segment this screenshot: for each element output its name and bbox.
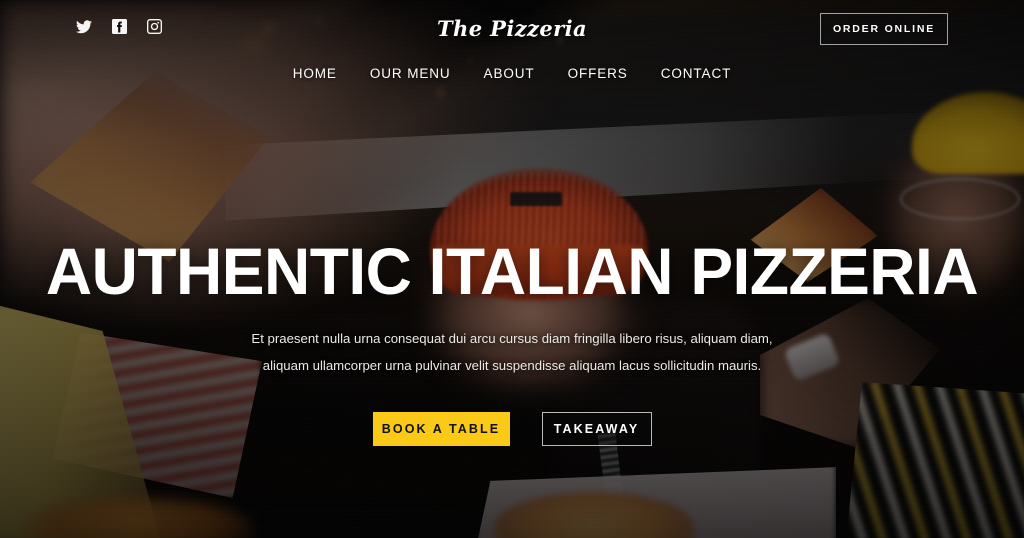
nav-item-home[interactable]: HOME <box>293 66 337 81</box>
nav-item-about[interactable]: ABOUT <box>484 66 535 81</box>
nav-item-our-menu[interactable]: OUR MENU <box>370 66 451 81</box>
social-links <box>76 19 162 34</box>
facebook-icon[interactable] <box>112 19 127 34</box>
nav-item-offers[interactable]: OFFERS <box>568 66 628 81</box>
hero-copy: AUTHENTIC ITALIAN PIZZERIA Et praesent n… <box>0 238 1024 379</box>
order-online-button[interactable]: ORDER ONLINE <box>820 13 948 45</box>
book-a-table-button[interactable]: BOOK A TABLE <box>372 412 510 446</box>
hero-headline: AUTHENTIC ITALIAN PIZZERIA <box>45 234 979 308</box>
nav-item-contact[interactable]: CONTACT <box>661 66 732 81</box>
instagram-icon[interactable] <box>147 19 162 34</box>
hero-section: The Pizzeria ORDER ONLINE HOME OUR MENU … <box>0 0 1024 538</box>
hero-cta-group: BOOK A TABLE TAKEAWAY <box>0 412 1024 446</box>
hero-content: The Pizzeria ORDER ONLINE HOME OUR MENU … <box>0 0 1024 538</box>
twitter-icon[interactable] <box>76 19 92 34</box>
main-navigation: HOME OUR MENU ABOUT OFFERS CONTACT <box>0 66 1024 81</box>
hero-paragraph: Et praesent nulla urna consequat dui arc… <box>251 331 773 374</box>
takeaway-button[interactable]: TAKEAWAY <box>541 412 652 446</box>
